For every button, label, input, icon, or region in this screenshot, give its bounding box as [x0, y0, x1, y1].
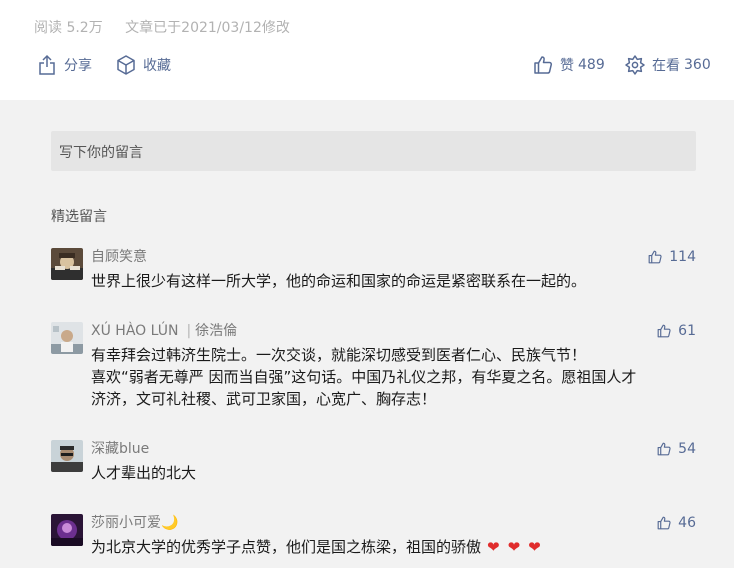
comment-line: 喜欢“弱者无尊严 因而当自强”这句话。中国乃礼仪之邦，有华夏之名。愿祖国人才	[91, 368, 637, 386]
commenter-name[interactable]: XÚ HÀO LÚN | 徐浩倫	[91, 322, 237, 340]
like-count: 489	[578, 57, 605, 73]
comment-like-count: 114	[669, 249, 696, 265]
article-meta: 阅读 5.2万 文章已于2021/03/12修改	[34, 17, 290, 37]
watching-button[interactable]: 在看 360	[624, 52, 711, 78]
avatar[interactable]	[51, 440, 83, 472]
comment-text: 人才辈出的北大	[91, 462, 691, 484]
share-button[interactable]: 分享	[36, 52, 92, 78]
share-icon	[36, 54, 58, 76]
comment-like-button[interactable]: 61	[656, 322, 696, 340]
read-count: 阅读 5.2万	[34, 20, 103, 36]
avatar[interactable]	[51, 514, 83, 546]
favorite-button[interactable]: 收藏	[115, 52, 171, 78]
name-separator: |	[186, 323, 192, 339]
thumbs-up-icon	[657, 442, 671, 456]
article-footer: 阅读 5.2万 文章已于2021/03/12修改 分享 收藏 赞 489 在看 …	[0, 0, 734, 100]
comment-like-count: 46	[678, 515, 696, 531]
watching-count: 360	[684, 57, 711, 73]
comment-line: 有幸拜会过韩济生院士。一次交谈，就能深切感受到医者仁心、民族气节！	[91, 346, 587, 364]
comment-like-count: 54	[678, 441, 696, 457]
avatar[interactable]	[51, 248, 83, 280]
comment-like-button[interactable]: 54	[656, 440, 696, 458]
thumbs-up-icon	[532, 54, 554, 76]
comment-line: 世界上很少有这样一所大学，他的命运和国家的命运是紧密联系在一起的。	[91, 272, 587, 290]
commenter-name[interactable]: 莎丽小可爱🌙	[91, 514, 178, 532]
flower-icon	[624, 54, 646, 76]
featured-comments-title: 精选留言	[51, 209, 107, 225]
like-button[interactable]: 赞 489	[532, 52, 605, 78]
comment-like-button[interactable]: 46	[656, 514, 696, 532]
edit-notice: 文章已于2021/03/12修改	[125, 20, 290, 36]
thumbs-up-icon	[648, 250, 662, 264]
heart-emoji-icons: ❤❤❤	[487, 538, 549, 556]
watching-label: 在看	[652, 58, 680, 74]
comment-text: 为北京大学的优秀学子点赞，他们是国之栋梁，祖国的骄傲 ❤❤❤	[91, 536, 691, 558]
thumbs-up-icon	[657, 516, 671, 530]
share-label: 分享	[64, 58, 92, 74]
comment-line: 为北京大学的优秀学子点赞，他们是国之栋梁，祖国的骄傲 ❤❤❤	[91, 536, 691, 558]
commenter-name[interactable]: 深藏blue	[91, 440, 149, 458]
favorite-label: 收藏	[143, 58, 171, 74]
comment-line: 人才辈出的北大	[91, 464, 197, 482]
commenter-name-latin: XÚ HÀO LÚN	[91, 323, 179, 339]
commenter-name[interactable]: 自顾笑意	[91, 248, 147, 266]
commenter-name-chinese: 徐浩倫	[195, 323, 238, 339]
comment-like-count: 61	[678, 323, 696, 339]
avatar[interactable]	[51, 322, 83, 354]
thumbs-up-icon	[657, 324, 671, 338]
comment-like-button[interactable]: 114	[647, 248, 696, 266]
comment-text: 有幸拜会过韩济生院士。一次交谈，就能深切感受到医者仁心、民族气节！ 喜欢“弱者无…	[91, 344, 691, 410]
cube-icon	[115, 54, 137, 76]
comment-text: 世界上很少有这样一所大学，他的命运和国家的命运是紧密联系在一起的。	[91, 270, 691, 292]
comment-line: 济济，文可礼社稷、武可卫家国，心宽广、胸存志！	[91, 390, 437, 408]
comment-line-text: 为北京大学的优秀学子点赞，他们是国之栋梁，祖国的骄傲	[91, 538, 482, 556]
comment-input[interactable]: 写下你的留言	[51, 131, 696, 171]
like-label: 赞	[560, 58, 574, 74]
